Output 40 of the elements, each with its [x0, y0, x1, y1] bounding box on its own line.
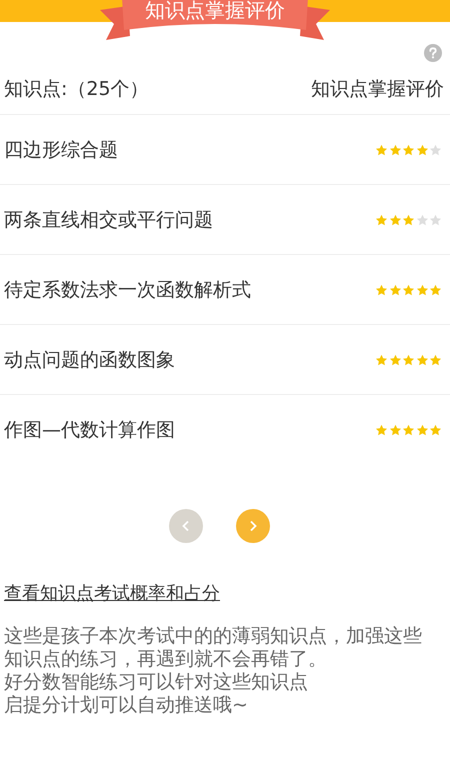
star-icon [388, 144, 402, 156]
star-icon [375, 284, 388, 296]
star-icon [375, 354, 388, 366]
exam-probability-link[interactable]: 查看知识点考试概率和占分 [4, 581, 220, 605]
knowledge-point: 两条直线相交或平行问题 [4, 208, 213, 232]
star-icon [416, 214, 428, 226]
star-icon [388, 214, 402, 226]
star-icon [429, 424, 442, 436]
star-icon [388, 284, 402, 296]
knowledge-point: 作图—代数计算作图 [4, 418, 175, 442]
star-icon [402, 424, 415, 436]
star-icon [416, 354, 428, 366]
banner-title: 知识点掌握评价 [144, 0, 286, 22]
star-icon [416, 424, 428, 436]
knowledge-point: 动点问题的函数图象 [4, 348, 175, 372]
star-icon [402, 144, 415, 156]
star-icon [402, 284, 415, 296]
note-text: 这些是孩子本次考试中的的薄弱知识点，加强这些知识点的练习，再遇到就不会再错了。 [4, 625, 423, 671]
star-icon [429, 284, 442, 296]
star-icon [375, 424, 388, 436]
star-icon [388, 424, 402, 436]
knowledge-point: 四边形综合题 [4, 138, 118, 162]
note-text: 好分数智能练习可以针对这些知识点 [4, 671, 309, 694]
help-icon[interactable] [424, 44, 442, 62]
rating-label: 知识点掌握评价 [311, 77, 444, 102]
knowledge-point: 待定系数法求一次函数解析式 [4, 278, 251, 302]
star-icon [402, 354, 415, 366]
star-icon [388, 354, 402, 366]
star-icon [429, 354, 442, 366]
note-text: 启提分计划可以自动推送哦~ [4, 694, 249, 717]
count-label: 知识点:（25个） [4, 77, 149, 102]
star-icon [416, 144, 428, 156]
star-icon [375, 214, 388, 226]
star-icon [429, 144, 442, 156]
next-button[interactable] [236, 509, 270, 543]
star-icon [416, 284, 428, 296]
star-icon [429, 214, 442, 226]
chevron-left-icon [180, 520, 192, 532]
star-icon [402, 214, 415, 226]
star-icon [375, 144, 388, 156]
